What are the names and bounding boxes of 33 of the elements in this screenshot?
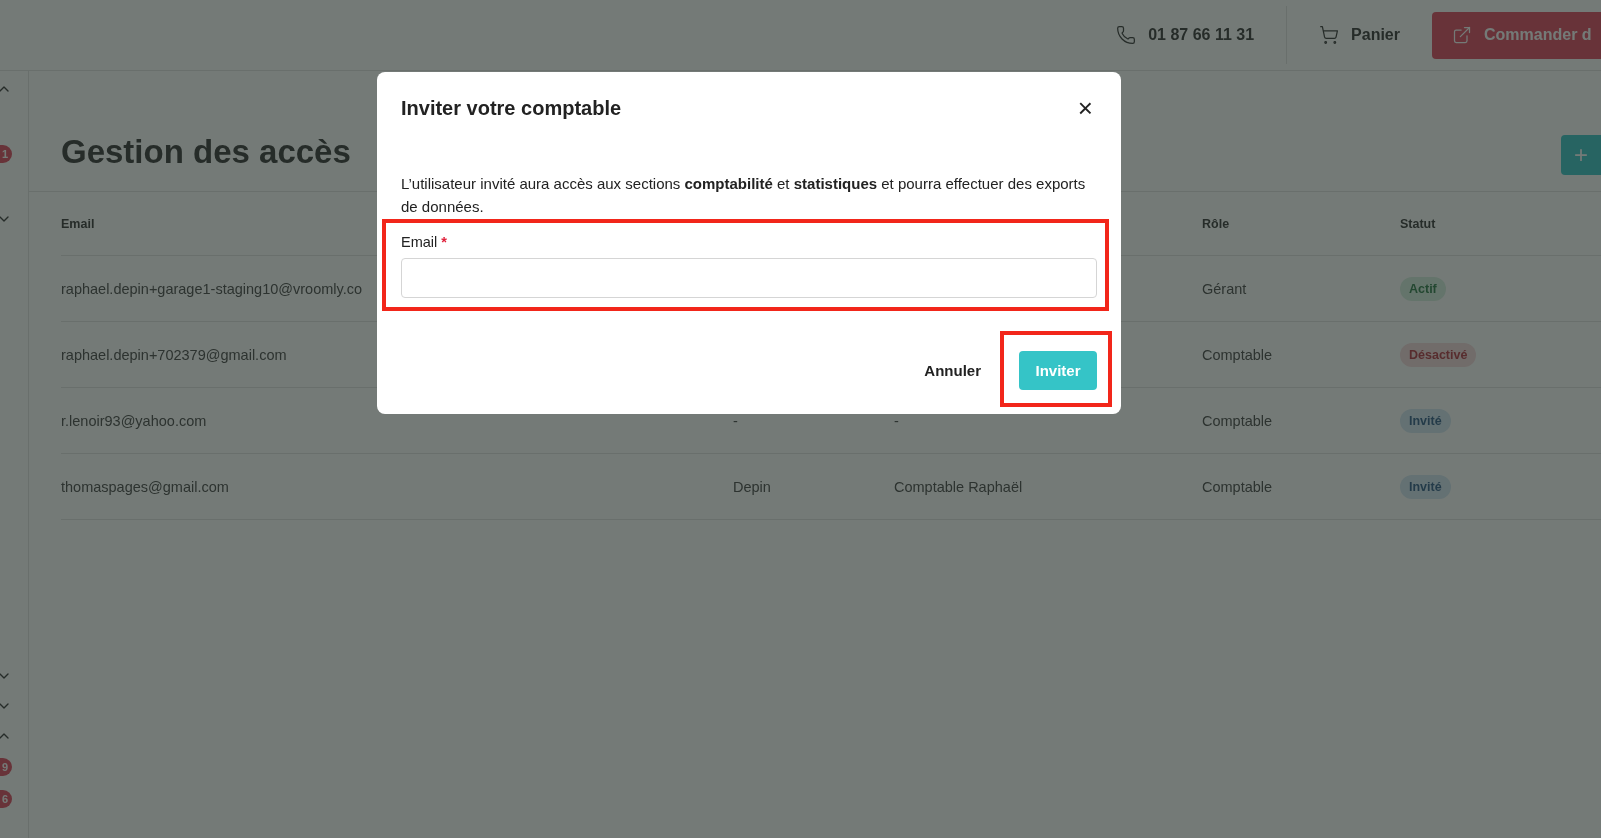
count-badge: 6 — [0, 790, 12, 808]
phone-link[interactable]: 01 87 66 11 31 — [1084, 12, 1287, 58]
status-badge: Invité — [1400, 474, 1451, 499]
table-cell: - — [894, 412, 899, 429]
table-cell: Depin — [733, 478, 771, 495]
column-header: Rôle — [1202, 216, 1230, 231]
count-badge: 9 — [0, 758, 12, 776]
field-label: Email — [401, 234, 438, 250]
status-badge: Désactivé — [1400, 342, 1477, 367]
table-cell: raphael.depin+garage1-staging10@vroomly.co — [61, 280, 363, 297]
close-button[interactable]: × — [1073, 95, 1097, 121]
table-cell: - — [733, 412, 738, 429]
status-badge: Invité — [1400, 408, 1451, 433]
status-badge: Actif — [1400, 276, 1446, 301]
table-cell: Comptable Raphaël — [894, 478, 1023, 495]
page-title: Gestion des accès — [61, 133, 351, 171]
column-header: Email — [61, 216, 95, 231]
invite-button[interactable]: Inviter — [1019, 350, 1097, 390]
table-cell: r.lenoir93@yahoo.com — [61, 412, 207, 429]
cart-link[interactable]: Panier — [1287, 12, 1432, 58]
table-cell: Comptable — [1202, 478, 1273, 495]
table-cell: Gérant — [1202, 280, 1247, 297]
dialog-description: L’utilisateur invité aura accès aux sections comptabilité et statistiques et pourra effectuer des exports de données. — [401, 174, 1087, 217]
required-mark: * — [441, 234, 447, 250]
table-cell: Comptable — [1202, 412, 1273, 429]
cancel-button[interactable]: Annuler — [918, 360, 987, 380]
order-button[interactable]: Commander d — [1432, 11, 1601, 59]
dialog-title: Inviter votre comptable — [401, 96, 622, 120]
table-cell: Comptable — [1202, 346, 1273, 363]
table-cell: thomaspages@gmail.com — [61, 478, 229, 495]
column-header: Statut — [1400, 216, 1436, 231]
table-cell: raphael.depin+702379@gmail.com — [61, 346, 287, 363]
count-badge: 1 — [0, 145, 12, 163]
